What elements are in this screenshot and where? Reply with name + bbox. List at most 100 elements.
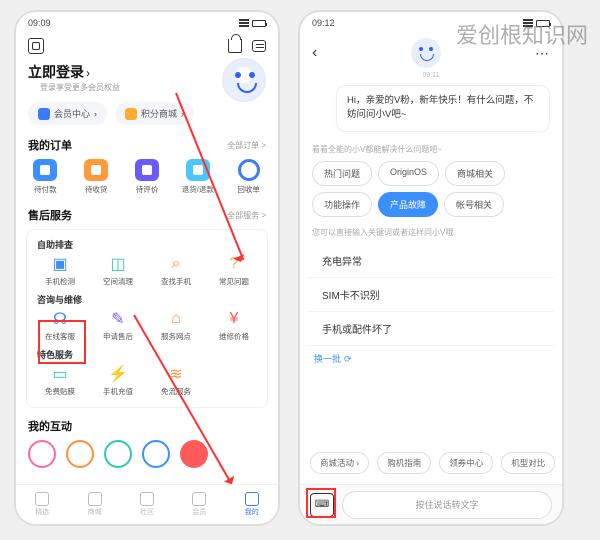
input-bar: ⌨ 按住说话转文字 bbox=[300, 484, 562, 524]
status-time: 09:12 bbox=[312, 18, 335, 28]
subsection-self-help: 自助排查 bbox=[31, 236, 263, 255]
refresh-label: 换一批 bbox=[314, 354, 341, 364]
chip-originos[interactable]: OriginOS bbox=[378, 161, 439, 186]
tab-label: 社区 bbox=[140, 507, 154, 517]
chip-product-fault[interactable]: 产品故障 bbox=[378, 192, 438, 217]
subsection-special: 特色服务 bbox=[31, 346, 263, 365]
svc-label: 服务网点 bbox=[161, 331, 191, 342]
svc-apply-aftersale[interactable]: ✎ 申请售后 bbox=[92, 310, 144, 342]
svc-service-points[interactable]: ⌂服务网点 bbox=[150, 310, 202, 342]
diamond-icon bbox=[38, 108, 50, 120]
svc-phone-check[interactable]: ▣ 手机检测 bbox=[34, 255, 86, 287]
headset-icon: ☊ bbox=[51, 310, 69, 328]
chevron-right-icon: › bbox=[86, 66, 90, 80]
film-icon: ▭ bbox=[51, 365, 69, 383]
order-pending-payment[interactable]: 待付款 bbox=[22, 159, 68, 195]
mall-icon bbox=[88, 492, 102, 506]
more-options-button[interactable]: ⋯ bbox=[535, 45, 550, 62]
coin-icon bbox=[125, 108, 137, 120]
svc-label: 手机检测 bbox=[45, 276, 75, 287]
faq-sim[interactable]: SIM卡不识别 bbox=[308, 278, 554, 312]
login-title[interactable]: 立即登录 bbox=[28, 64, 84, 80]
interaction-chip-4[interactable] bbox=[142, 440, 170, 468]
cart-icon[interactable] bbox=[228, 39, 242, 53]
status-bar: 09:09 bbox=[16, 12, 278, 34]
status-time: 09:09 bbox=[28, 18, 51, 28]
svc-repair-price[interactable]: ¥维修价格 bbox=[208, 310, 260, 342]
svc-online-support[interactable]: ☊ 在线客服 bbox=[34, 310, 86, 342]
phone-check-icon: ▣ bbox=[51, 255, 69, 273]
avatar[interactable] bbox=[222, 58, 266, 102]
price-icon: ¥ bbox=[225, 310, 243, 328]
pill-label: 积分商城 bbox=[141, 107, 177, 120]
schip-mall-activity[interactable]: 商城活动 › bbox=[310, 452, 369, 474]
chip-function[interactable]: 功能操作 bbox=[312, 192, 372, 217]
voice-input-button[interactable]: 按住说话转文字 bbox=[342, 491, 552, 519]
schip-compare[interactable]: 机型对比 bbox=[501, 452, 555, 474]
chat-bubble-greeting: Hi，亲爱的V粉，新年快乐！有什么问题，不妨问问小V吧~ bbox=[336, 85, 550, 132]
settings-hex-icon[interactable] bbox=[28, 38, 44, 54]
order-label: 待收货 bbox=[85, 184, 108, 195]
schip-label: 商城活动 bbox=[320, 458, 354, 468]
order-pending-receipt[interactable]: 待收货 bbox=[73, 159, 119, 195]
bot-avatar[interactable] bbox=[411, 38, 441, 68]
svc-label: 在线客服 bbox=[45, 331, 75, 342]
section-orders-title: 我的订单 bbox=[28, 137, 72, 153]
pill-label: 会员中心 bbox=[54, 107, 90, 120]
recycle-icon bbox=[238, 159, 260, 181]
pill-member-center[interactable]: 会员中心› bbox=[28, 102, 107, 125]
phone-profile-screen: 09:09 立即登录› 登录享受更多会员权益 会员中心› 积分商城› 我的订单 … bbox=[14, 10, 280, 526]
battery-icon bbox=[536, 20, 550, 27]
svc-space-clean[interactable]: ◫ 空间清理 bbox=[92, 255, 144, 287]
interaction-chip-1[interactable] bbox=[28, 440, 56, 468]
featured-icon bbox=[35, 492, 49, 506]
schip-coupon-center[interactable]: 领券中心 bbox=[439, 452, 493, 474]
section-interaction-title: 我的互动 bbox=[28, 418, 72, 434]
tab-mine[interactable]: 我的 bbox=[245, 492, 259, 517]
interaction-chip-2[interactable] bbox=[66, 440, 94, 468]
svc-label: 空间清理 bbox=[103, 276, 133, 287]
tab-member[interactable]: 会员 bbox=[192, 492, 206, 517]
svc-find-phone[interactable]: ⌕查找手机 bbox=[150, 255, 202, 287]
all-orders-link[interactable]: 全部订单 > bbox=[227, 140, 266, 151]
tab-community[interactable]: 社区 bbox=[140, 492, 154, 517]
order-recycle[interactable]: 回收单 bbox=[226, 159, 272, 195]
all-services-link[interactable]: 全部服务 > bbox=[227, 210, 266, 221]
tab-mall[interactable]: 商城 bbox=[88, 492, 102, 517]
apply-icon: ✎ bbox=[109, 310, 127, 328]
order-label: 待付款 bbox=[34, 184, 57, 195]
phone-chat-screen: 09:12 ‹ ⋯ 09:11 Hi，亲爱的V粉，新年快乐！有什么问题，不妨问问… bbox=[298, 10, 564, 526]
member-icon bbox=[192, 492, 206, 506]
tab-label: 精选 bbox=[35, 507, 49, 517]
refresh-button[interactable]: 换一批⟳ bbox=[300, 346, 562, 371]
order-pending-review[interactable]: 待评价 bbox=[124, 159, 170, 195]
status-bar: 09:12 bbox=[300, 12, 562, 34]
login-subtitle: 登录享受更多会员权益 bbox=[28, 82, 132, 99]
svc-free-film[interactable]: ▭ 免费贴膜 bbox=[34, 365, 86, 397]
faq-charging[interactable]: 充电异常 bbox=[308, 244, 554, 278]
svc-label: 手机充值 bbox=[103, 386, 133, 397]
community-icon bbox=[140, 492, 154, 506]
back-button[interactable]: ‹ bbox=[312, 44, 317, 62]
annotation-highlight-keyboard bbox=[306, 488, 336, 518]
svc-recharge[interactable]: ⚡手机充值 bbox=[92, 365, 144, 397]
svc-label: 免费贴膜 bbox=[45, 386, 75, 397]
svc-free-data[interactable]: ≋免流服务 bbox=[150, 365, 202, 397]
tab-label: 我的 bbox=[245, 507, 259, 517]
tab-label: 会员 bbox=[192, 507, 206, 517]
messages-icon[interactable] bbox=[252, 40, 266, 52]
chip-hot-questions[interactable]: 热门问题 bbox=[312, 161, 372, 186]
interaction-chip-3[interactable] bbox=[104, 440, 132, 468]
faq-broken[interactable]: 手机或配件坏了 bbox=[308, 312, 554, 346]
interaction-chip-5[interactable] bbox=[180, 440, 208, 468]
hint-ask: 您可以直接输入关键词或者这样问小V哦 bbox=[300, 223, 562, 244]
schip-buy-guide[interactable]: 购机指南 bbox=[377, 452, 431, 474]
tab-featured[interactable]: 精选 bbox=[35, 492, 49, 517]
chat-timestamp: 09:11 bbox=[300, 70, 562, 81]
chip-account[interactable]: 帐号相关 bbox=[444, 192, 504, 217]
quick-link-scroll[interactable]: 商城活动 › 购机指南 领券中心 机型对比 以 bbox=[300, 446, 562, 480]
clean-icon: ◫ bbox=[109, 255, 127, 273]
chip-mall-related[interactable]: 商城相关 bbox=[445, 161, 505, 186]
hint-capabilities: 看看全能的小V都能解决什么问题吧~ bbox=[300, 140, 562, 161]
svc-label: 申请售后 bbox=[103, 331, 133, 342]
